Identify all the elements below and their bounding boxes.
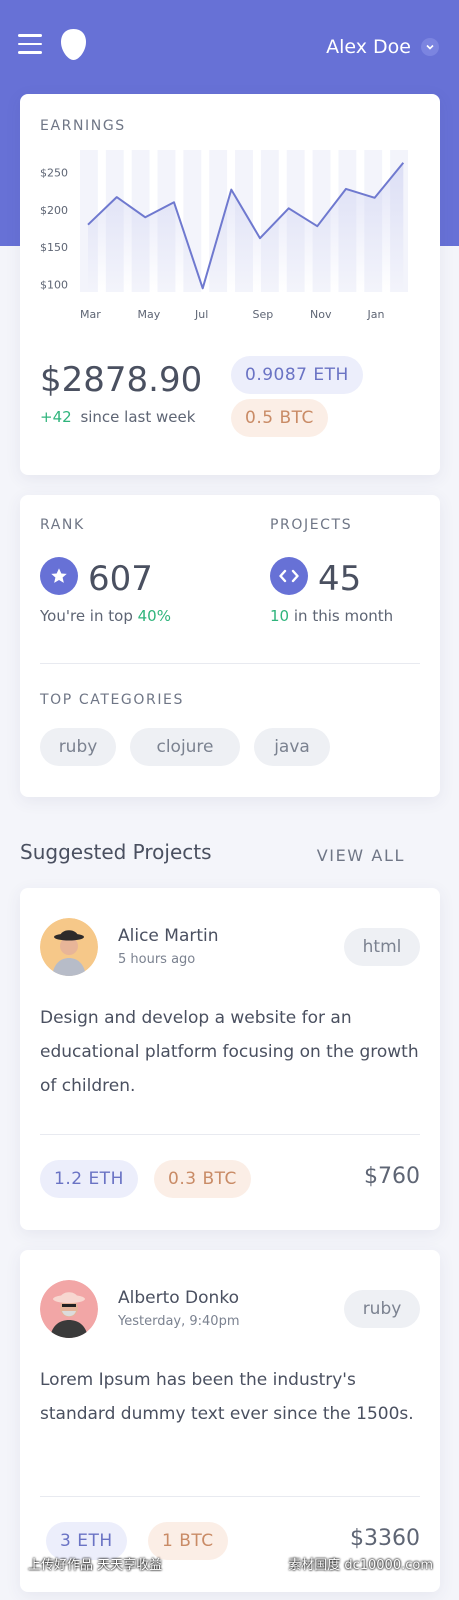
rank-value: 607	[88, 559, 153, 599]
rank-title: RANK	[40, 517, 85, 533]
delta-label: since last week	[80, 408, 196, 426]
user-name: Alex Doe	[326, 36, 411, 58]
project-price: $3360	[350, 1526, 420, 1551]
project-price: $760	[364, 1164, 420, 1189]
category-tag[interactable]: ruby	[40, 728, 116, 766]
project-card[interactable]: Alice Martin 5 hours ago html Design and…	[20, 888, 440, 1230]
author-name: Alberto Donko	[118, 1288, 239, 1308]
user-menu[interactable]: Alex Doe	[326, 36, 439, 58]
projects-sub-value: 10	[270, 607, 290, 625]
project-description: Lorem Ipsum has been the industry's stan…	[40, 1370, 414, 1424]
x-tick-label: Mar	[80, 308, 101, 321]
y-tick-label: $200	[40, 204, 68, 217]
watermark-left: 上传好作品 天天享收益	[28, 1558, 163, 1573]
projects-sub-suffix: in this month	[293, 607, 394, 625]
earnings-amount: $2878.90	[40, 360, 203, 400]
btc-badge: 0.5 BTC	[231, 399, 328, 437]
avatar	[40, 918, 98, 976]
rank-subtitle: You're in top 40%	[40, 607, 171, 625]
projects-value: 45	[318, 559, 362, 599]
chevron-down-icon[interactable]	[421, 38, 439, 56]
stats-card: RANK 607 You're in top 40% PROJECTS 45 1…	[20, 495, 440, 797]
y-tick-label: $150	[40, 241, 68, 254]
earnings-chart: $250 $200 $150 $100 Mar May Jul Sep Nov Jan	[40, 150, 408, 321]
divider	[40, 663, 420, 664]
category-tag[interactable]: clojure	[130, 728, 240, 766]
author-name: Alice Martin	[118, 926, 219, 946]
y-tick-label: $250	[40, 166, 68, 179]
x-tick-label: Jan	[367, 308, 385, 321]
menu-icon[interactable]	[18, 34, 42, 54]
watermark-right: 素材国度 dc10000.com	[288, 1558, 433, 1573]
project-tag[interactable]: ruby	[344, 1290, 420, 1328]
eth-badge: 0.9087 ETH	[231, 356, 363, 394]
eth-badge: 1.2 ETH	[40, 1160, 138, 1198]
view-all-link[interactable]: VIEW ALL	[317, 846, 405, 865]
x-tick-label: May	[138, 308, 161, 321]
code-icon	[270, 557, 308, 595]
avatar	[40, 1280, 98, 1338]
x-tick-label: Jul	[194, 308, 208, 321]
delta-value: +42	[40, 408, 72, 426]
project-card[interactable]: Alberto Donko Yesterday, 9:40pm ruby Lor…	[20, 1250, 440, 1592]
project-description: Design and develop a website for an educ…	[40, 1008, 419, 1096]
post-time: Yesterday, 9:40pm	[118, 1314, 240, 1329]
btc-badge: 0.3 BTC	[154, 1160, 251, 1198]
category-tag[interactable]: java	[254, 728, 330, 766]
projects-subtitle: 10 in this month	[270, 607, 393, 625]
logo-icon[interactable]	[60, 28, 87, 61]
top-categories-title: TOP CATEGORIES	[40, 692, 184, 708]
star-icon	[40, 557, 78, 595]
earnings-delta: +42 since last week	[40, 408, 195, 426]
rank-sub-prefix: You're in top	[40, 607, 133, 625]
y-tick-label: $100	[40, 279, 68, 292]
earnings-title: EARNINGS	[40, 118, 126, 134]
suggested-projects-title: Suggested Projects	[20, 840, 212, 864]
project-tag[interactable]: html	[344, 928, 420, 966]
post-time: 5 hours ago	[118, 952, 196, 967]
projects-title: PROJECTS	[270, 517, 353, 533]
divider	[40, 1496, 420, 1497]
divider	[40, 1134, 420, 1135]
rank-sub-value: 40%	[137, 607, 171, 625]
x-tick-label: Nov	[310, 308, 332, 321]
x-tick-label: Sep	[253, 308, 274, 321]
